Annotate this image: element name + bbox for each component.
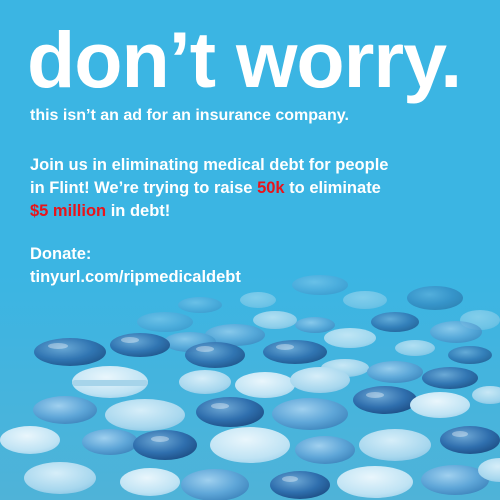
body-line-2-end: to eliminate (284, 179, 381, 197)
debt-amount: $5 million (30, 202, 107, 220)
body-line-2: in Flint! We’re trying to raise (30, 179, 258, 197)
subline: this isn’t an ad for an insurance compan… (30, 107, 349, 124)
donate-label: Donate: (30, 245, 92, 263)
body-line-3-end: in debt! (106, 202, 171, 220)
body-line-1: Join us in eliminating medical debt for … (30, 156, 389, 174)
donate-url: tinyurl.com/ripmedicaldebt (30, 268, 241, 286)
fundraising-goal: 50k (257, 179, 285, 197)
poster: don’t worry. this isn’t an ad for an ins… (0, 0, 500, 500)
donate-block: Donate: tinyurl.com/ripmedicaldebt (30, 243, 241, 289)
headline: don’t worry. (27, 15, 462, 104)
body-text: Join us in eliminating medical debt for … (30, 154, 388, 223)
